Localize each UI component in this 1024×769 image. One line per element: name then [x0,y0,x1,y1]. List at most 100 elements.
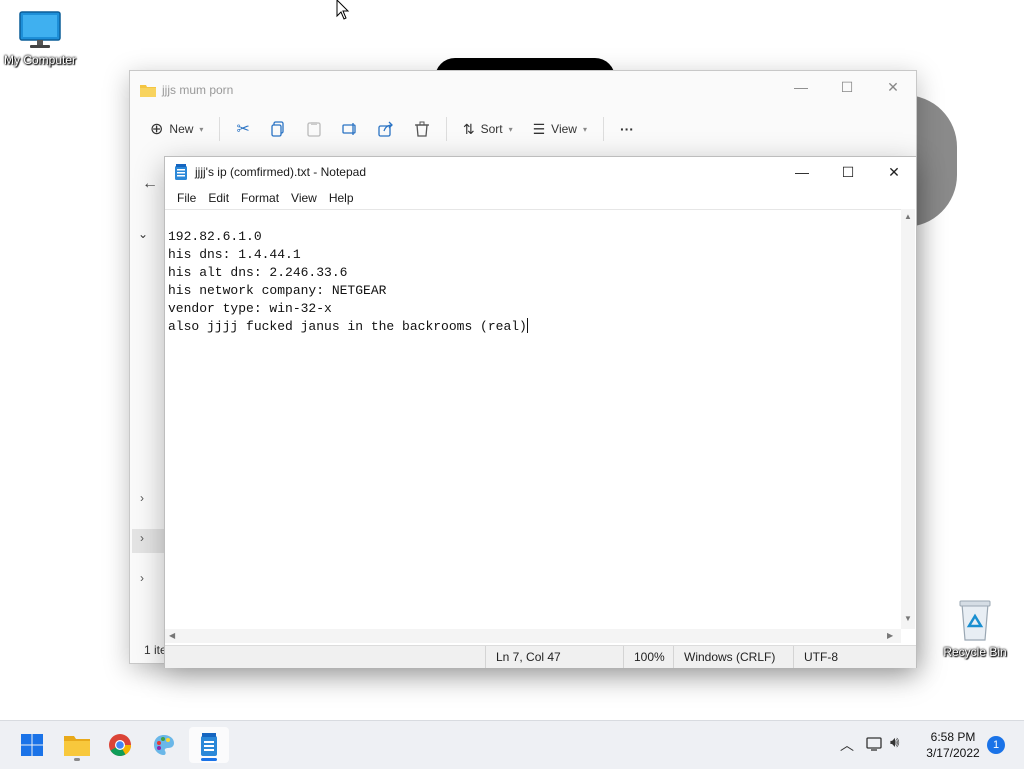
taskbar-chrome[interactable] [100,727,140,763]
text-line: his dns: 1.4.44.1 [168,247,301,262]
show-hidden-icons-chevron-icon[interactable]: ︿ [840,735,854,755]
taskbar-file-explorer[interactable] [57,727,97,763]
toolbar-separator [602,117,604,141]
taskbar-paint[interactable] [144,727,184,763]
menu-edit[interactable]: Edit [202,191,235,205]
desktop-icon-label: My Computer [3,53,77,67]
chevron-down-icon: ▾ [582,124,587,134]
text-line: 192.82.6.1.0 [168,229,262,244]
share-icon [378,121,393,137]
list-view-icon: ☰ [532,120,546,137]
explorer-title: jjjs mum porn [162,83,234,97]
taskbar: ︿ 🔊︎ 6:58 PM 3/17/2022 1 [0,720,1024,769]
recycle-bin-icon [959,600,991,641]
notepad-close-button[interactable]: ✕ [871,157,917,187]
notepad-minimize-button[interactable]: — [779,157,825,187]
explorer-navigation-pane: ← ⌄ › › › [130,157,166,657]
chevron-right-icon[interactable]: › [140,491,144,505]
notepad-text-area[interactable]: 192.82.6.1.0 his dns: 1.4.44.1 his alt dns… [165,209,901,630]
explorer-title-bar: jjjs mum porn [140,79,233,101]
notepad-status-bar: Ln 7, Col 47 100% Windows (CRLF) UTF-8 [165,645,916,668]
vertical-scrollbar[interactable]: ▲ ▼ [901,209,915,629]
active-indicator [201,758,217,761]
view-button[interactable]: ☰ View ▾ [523,113,597,145]
clock-date: 3/17/2022 [926,746,980,760]
new-button-label: New [169,122,194,136]
status-cursor-position: Ln 7, Col 47 [485,646,612,668]
sort-button[interactable]: ⇅ Sort ▾ [453,113,523,145]
notepad-icon [175,164,187,180]
new-button[interactable]: ⊕ New ▾ [140,113,213,145]
delete-button[interactable] [404,113,440,145]
scissors-icon: ✂ [236,121,250,138]
cut-button[interactable]: ✂ [226,113,259,145]
taskbar-notepad[interactable] [189,727,229,763]
toolbar-separator [445,117,447,141]
text-caret [526,318,528,333]
text-line: his alt dns: 2.246.33.6 [168,265,348,280]
chevron-right-icon[interactable]: › [140,571,144,585]
menu-view[interactable]: View [285,191,323,205]
scroll-down-arrow-icon[interactable]: ▼ [904,614,912,623]
explorer-maximize-button[interactable]: ☐ [824,71,870,103]
scroll-right-arrow-icon[interactable]: ▶ [887,631,893,640]
share-button[interactable] [368,113,404,145]
notepad-window: jjjj's ip (comfirmed).txt - Notepad — ☐ … [164,156,917,668]
desktop-icon-recycle-bin[interactable]: Recycle Bin [935,598,1015,659]
status-line-ending: Windows (CRLF) [673,646,788,668]
scroll-up-arrow-icon[interactable]: ▲ [904,212,912,221]
notepad-menu-bar: File Edit Format View Help [165,187,360,209]
toolbar-separator [219,117,221,141]
explorer-close-button[interactable]: ✕ [870,71,916,103]
rename-button[interactable] [332,113,368,145]
copy-button[interactable] [260,113,296,145]
volume-icon[interactable]: 🔊︎ [890,734,899,751]
notepad-title: jjjj's ip (comfirmed).txt - Notepad [195,165,366,179]
folder-icon [64,736,90,756]
plus-circle-icon: ⊕ [150,121,164,138]
paste-button[interactable] [296,113,332,145]
notification-badge[interactable]: 1 [987,736,1005,754]
chevron-down-icon: ▾ [508,124,513,134]
copy-icon [271,121,284,137]
notepad-content: 192.82.6.1.0 his dns: 1.4.44.1 his alt dns… [168,228,528,336]
menu-help[interactable]: Help [323,191,360,205]
text-line: vendor type: win-32-x [168,301,332,316]
chrome-icon [109,734,131,756]
desktop-icon-my-computer[interactable]: My Computer [0,10,80,67]
monitor-icon [19,11,61,48]
text-line-with-caret: also jjjj fucked janus in the backrooms … [168,318,528,336]
text-line: his network company: NETGEAR [168,283,387,298]
explorer-minimize-button[interactable]: — [778,71,824,103]
menu-file[interactable]: File [171,191,202,205]
chevron-right-icon[interactable]: › [140,531,144,545]
trash-icon [414,121,429,137]
clock-time: 6:58 PM [930,730,976,744]
start-button[interactable] [12,727,52,763]
notepad-icon [201,733,217,756]
paint-palette-icon [154,735,174,755]
scroll-left-arrow-icon[interactable]: ◀ [169,631,175,640]
folder-icon [140,85,156,97]
back-arrow-icon[interactable]: ← [142,175,158,193]
explorer-command-bar: ⊕ New ▾ ✂ ⇅ Sort ▾ ☰ View ▾ ··· [130,111,916,147]
network-icon[interactable] [866,736,884,752]
status-encoding: UTF-8 [793,646,874,668]
more-options-button[interactable]: ··· [610,113,644,145]
sort-button-label: Sort [480,122,503,136]
chevron-down-icon[interactable]: ⌄ [138,227,148,241]
text-line: also jjjj fucked janus in the backrooms … [168,319,527,334]
notepad-maximize-button[interactable]: ☐ [825,157,871,187]
rename-icon [342,123,356,135]
view-button-label: View [551,122,577,136]
chevron-down-icon: ▾ [199,124,204,134]
running-indicator [74,758,80,761]
desktop-icon-label: Recycle Bin [943,645,1007,659]
mouse-cursor-icon [336,0,350,20]
nav-item-selected[interactable] [132,529,166,553]
status-zoom: 100% [623,646,674,668]
menu-format[interactable]: Format [235,191,285,205]
system-clock[interactable]: 6:58 PM 3/17/2022 [920,729,986,761]
paste-icon [307,122,321,137]
horizontal-scrollbar[interactable]: ◀ ▶ [165,629,901,643]
